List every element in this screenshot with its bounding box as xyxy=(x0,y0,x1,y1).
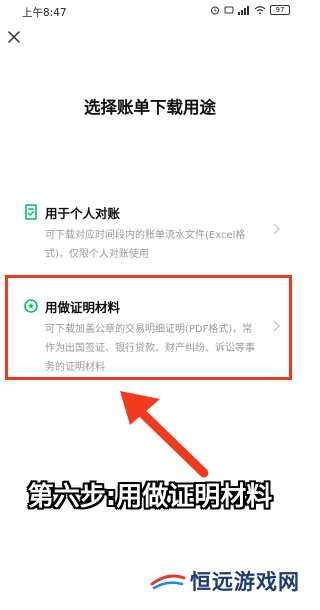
watermark-text: 恒远游戏网 xyxy=(190,570,300,594)
step-caption: 第六步:用做证明材料 xyxy=(27,482,273,512)
highlight-box xyxy=(5,275,292,380)
battery-icon: 97 xyxy=(270,5,290,15)
document-check-icon xyxy=(25,204,37,220)
option-title: 用于个人对账 xyxy=(45,206,121,221)
close-icon[interactable] xyxy=(6,29,22,45)
site-logo-icon xyxy=(150,574,186,590)
option-description: 可下载对应时间段内的账单流水文件(Excel格式)，仅限个人对账使用 xyxy=(45,230,246,260)
wifi-icon xyxy=(254,6,266,15)
status-bar: 上午8:47 97 xyxy=(0,0,300,24)
pointer-arrow-icon xyxy=(120,391,209,478)
status-time: 上午8:47 xyxy=(22,7,67,19)
option-personal-reconciliation[interactable]: 用于个人对账 可下载对应时间段内的账单流水文件(Excel格式)，仅限个人对账使… xyxy=(10,188,290,262)
alarm-icon xyxy=(211,6,219,15)
status-icons: 97 xyxy=(210,5,290,15)
signal-icon xyxy=(238,6,249,15)
screen-icon xyxy=(224,6,234,14)
chevron-right-icon xyxy=(273,223,280,235)
page-title: 选择账单下载用途 xyxy=(84,98,216,117)
watermark: 恒远游戏网 xyxy=(150,567,300,595)
